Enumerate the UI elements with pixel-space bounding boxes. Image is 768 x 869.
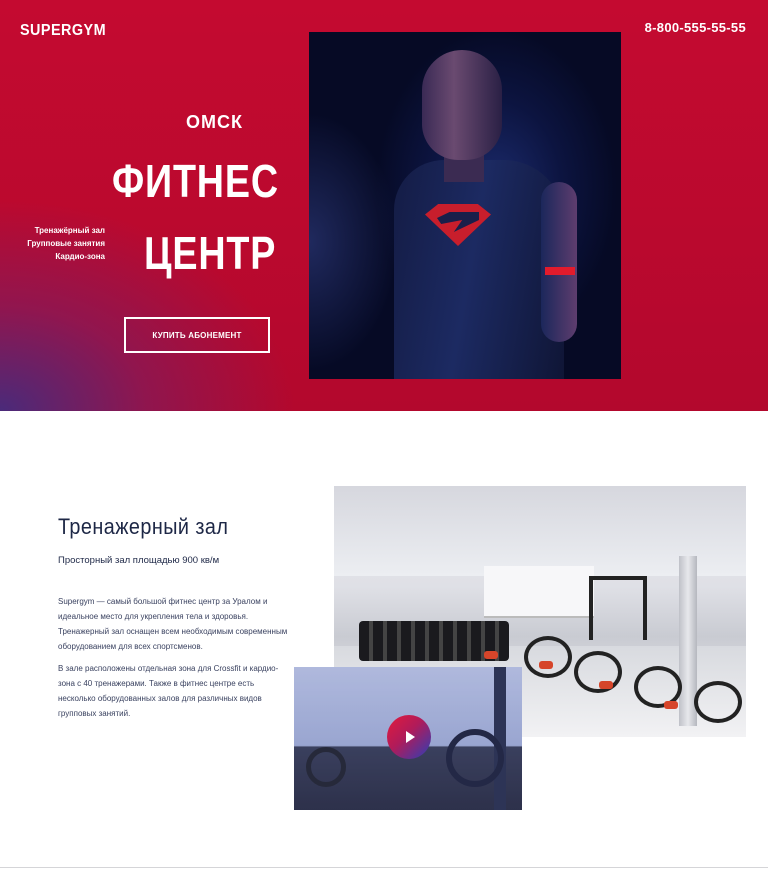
description-paragraph: Supergym — самый большой фитнес центр за…	[58, 597, 288, 651]
buy-membership-button[interactable]: КУПИТЬ АБОНЕМЕНТ	[124, 317, 270, 353]
features-list: Тренажёрный зал Групповые занятия Кардио…	[20, 224, 105, 263]
hero-section: SUPERGYM 8-800-555-55-55 Тренажёрный зал…	[0, 0, 768, 411]
section-subtitle: Просторный зал площадью 900 кв/м	[58, 555, 220, 566]
logo[interactable]: SUPERGYM	[20, 22, 106, 40]
play-button[interactable]	[387, 715, 431, 759]
feature-item: Групповые занятия	[27, 239, 105, 248]
hero-title-line2: ЦЕНТР	[144, 227, 277, 279]
hero-title-line1: ФИТНЕС	[112, 155, 279, 207]
divider	[0, 867, 768, 868]
feature-item: Кардио-зона	[55, 252, 105, 261]
phone-number[interactable]: 8-800-555-55-55	[645, 20, 746, 35]
city-label: ОМСК	[186, 112, 243, 132]
section-title: Тренажерный зал	[58, 514, 229, 539]
feature-item: Тренажёрный зал	[34, 226, 105, 235]
play-icon	[406, 731, 415, 743]
section-description: Supergym — самый большой фитнес центр за…	[58, 594, 288, 728]
video-thumbnail[interactable]	[294, 667, 522, 810]
hero-photo	[309, 32, 621, 379]
description-paragraph: В зале расположены отдельная зона для Cr…	[58, 664, 279, 718]
